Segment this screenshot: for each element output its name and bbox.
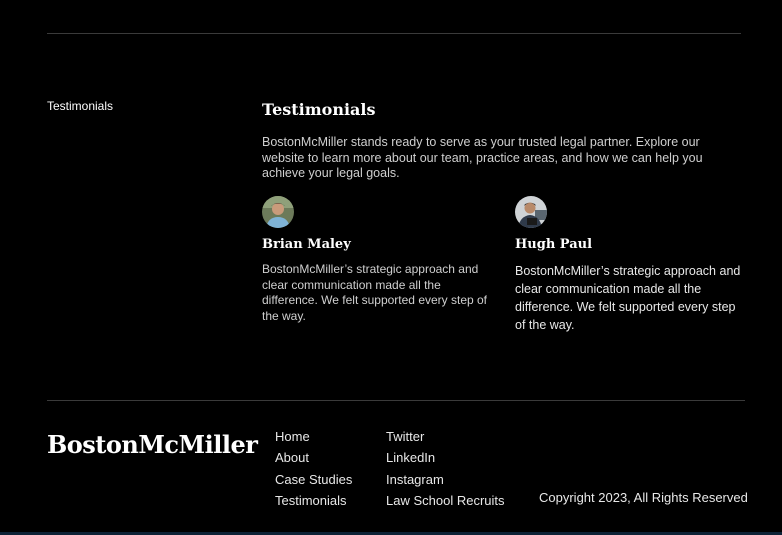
sidebar-label: Testimonials: [47, 99, 114, 113]
section-title: Testimonials: [262, 100, 376, 119]
footer-link-instagram[interactable]: Instagram: [386, 469, 505, 490]
testimonial-quote: BostonMcMiller’s strategic approach and …: [515, 264, 741, 332]
testimonial-quote: BostonMcMiller’s strategic approach and …: [262, 262, 488, 323]
top-divider: [47, 33, 741, 34]
copyright-text: Copyright 2023, All Rights Reserved: [539, 490, 748, 505]
testimonial-name: Brian Maley: [262, 237, 351, 252]
testimonial-name: Hugh Paul: [515, 237, 593, 252]
footer-link-home[interactable]: Home: [275, 426, 352, 447]
footer-link-twitter[interactable]: Twitter: [386, 426, 505, 447]
footer-social-links: Twitter LinkedIn Instagram Law School Re…: [386, 426, 505, 511]
footer-nav-links: Home About Case Studies Testimonials: [275, 426, 352, 511]
footer-divider: [47, 400, 745, 401]
section-intro: BostonMcMiller stands ready to serve as …: [262, 135, 703, 180]
footer-link-testimonials[interactable]: Testimonials: [275, 490, 352, 511]
avatar: [262, 196, 294, 228]
footer-brand-logo[interactable]: BostonMcMiller: [47, 430, 258, 459]
footer-link-about[interactable]: About: [275, 447, 352, 468]
footer-link-law-school-recruits[interactable]: Law School Recruits: [386, 490, 505, 511]
testimonial-card: Hugh Paul BostonMcMiller’s strategic app…: [515, 196, 745, 334]
footer-link-case-studies[interactable]: Case Studies: [275, 469, 352, 490]
avatar: [515, 196, 547, 228]
footer-link-linkedin[interactable]: LinkedIn: [386, 447, 505, 468]
testimonial-card: Brian Maley BostonMcMiller’s strategic a…: [262, 196, 492, 324]
